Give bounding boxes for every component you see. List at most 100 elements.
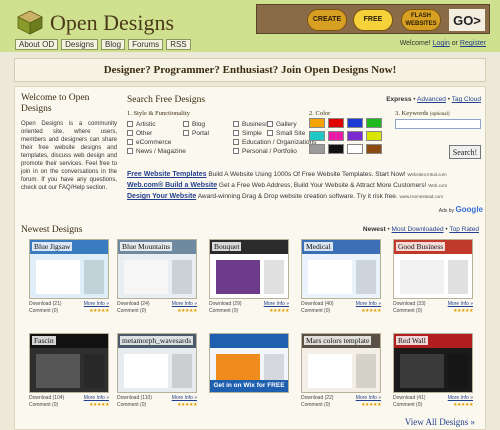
color-swatch[interactable]: [328, 144, 344, 154]
design-name[interactable]: Red Wall: [396, 336, 428, 345]
design-card[interactable]: metamorph_wavesards Download (110) Comment…: [117, 333, 197, 411]
style-checkbox-other[interactable]: Other: [127, 129, 183, 137]
design-name[interactable]: Blue Mountains: [120, 242, 173, 251]
design-card[interactable]: Blue Jigsaw Download (21) Comment (0) More …: [29, 239, 109, 317]
more-info-link[interactable]: More Info »: [448, 301, 473, 307]
ad-link[interactable]: Web.com® Build a Website: [127, 182, 217, 189]
design-name[interactable]: Medical: [304, 242, 333, 251]
color-swatch[interactable]: [347, 118, 363, 128]
design-thumbnail[interactable]: Red Wall: [393, 333, 473, 393]
more-info-link[interactable]: More Info »: [172, 395, 197, 401]
sort-tab-top-rated[interactable]: Top Rated: [449, 226, 479, 233]
ad-link[interactable]: Free Website Templates: [127, 171, 207, 178]
ad-link[interactable]: Design Your Website: [127, 193, 196, 200]
style-checkbox-personal[interactable]: Personal / Portfolio: [233, 147, 311, 155]
nav-rss[interactable]: RSS: [166, 39, 191, 50]
color-swatch[interactable]: [309, 131, 325, 141]
wix-ad-overlay[interactable]: Get in on Wix for FREE: [210, 380, 288, 392]
register-link[interactable]: Register: [460, 40, 486, 47]
design-thumbnail[interactable]: metamorph_wavesards: [117, 333, 197, 393]
more-info-link[interactable]: More Info »: [356, 301, 381, 307]
style-checkbox-small-site[interactable]: Small Site: [267, 129, 305, 137]
design-thumbnail[interactable]: Blue Mountains: [117, 239, 197, 299]
design-thumbnail[interactable]: Bouquet: [209, 239, 289, 299]
color-swatch[interactable]: [309, 144, 325, 154]
design-card[interactable]: Red Wall Download (41) Comment (0) More Inf…: [393, 333, 473, 411]
checkbox-box[interactable]: [233, 148, 239, 154]
checkbox-box[interactable]: [127, 148, 133, 154]
checkbox-box[interactable]: [267, 121, 273, 127]
style-checkbox-education[interactable]: Education / Organizations: [233, 138, 316, 146]
more-info-link[interactable]: More Info »: [448, 395, 473, 401]
checkbox-box[interactable]: [233, 139, 239, 145]
color-swatch[interactable]: [328, 118, 344, 128]
more-info-link[interactable]: More Info »: [84, 395, 109, 401]
checkbox-box[interactable]: [127, 130, 133, 136]
checkbox-box[interactable]: [183, 121, 189, 127]
site-logo-text[interactable]: Open Designs: [50, 10, 174, 36]
search-button[interactable]: Search!: [449, 145, 481, 159]
checkbox-box[interactable]: [233, 130, 239, 136]
design-card[interactable]: Good Business Download (33) Comment (0) Mor…: [393, 239, 473, 317]
join-banner[interactable]: Designer? Programmer? Enthusiast? Join O…: [14, 58, 486, 82]
design-name[interactable]: metamorph_wavesards: [120, 336, 194, 345]
design-thumbnail[interactable]: Medical: [301, 239, 381, 299]
design-card[interactable]: Bouquet Download (29) Comment (0) More Info…: [209, 239, 289, 317]
ad-source[interactable]: Websites.Intuit.com: [407, 172, 446, 177]
style-checkbox-artistic[interactable]: Artistic: [127, 120, 183, 128]
design-card[interactable]: Blue Mountains Download (24) Comment (0) Mo…: [117, 239, 197, 317]
banner-go-button[interactable]: GO>: [449, 9, 485, 31]
checkbox-box[interactable]: [267, 130, 273, 136]
ad-source[interactable]: Web.com: [428, 183, 447, 188]
checkbox-box[interactable]: [233, 121, 239, 127]
nav-forums[interactable]: Forums: [128, 39, 164, 50]
style-checkbox-blog[interactable]: Blog: [183, 120, 213, 128]
design-thumbnail[interactable]: Fascin: [29, 333, 109, 393]
more-info-link[interactable]: More Info »: [172, 301, 197, 307]
search-mode-advanced[interactable]: Advanced: [417, 96, 446, 103]
sort-tab-most-downloaded[interactable]: Most Downloaded: [392, 226, 444, 233]
more-info-link[interactable]: More Info »: [84, 301, 109, 307]
checkbox-box[interactable]: [127, 121, 133, 127]
ad-source[interactable]: www.Homestead.com: [400, 194, 444, 199]
design-thumbnail[interactable]: Blue Jigsaw: [29, 239, 109, 299]
style-checkbox-ecommerce[interactable]: eCommerce: [127, 138, 213, 146]
search-mode-tag-cloud[interactable]: Tag Cloud: [452, 96, 481, 103]
color-swatch[interactable]: [347, 144, 363, 154]
sort-tab-newest[interactable]: Newest: [363, 226, 386, 233]
design-card[interactable]: Fascin Download (104) Comment (0) More Info…: [29, 333, 109, 411]
color-swatch[interactable]: [366, 131, 382, 141]
style-checkbox-portal[interactable]: Portal: [183, 129, 213, 137]
banner-ad[interactable]: CREATE FREE FLASH WEBSITES GO>: [256, 4, 490, 34]
design-card[interactable]: Get in on Wix for FREE: [209, 333, 289, 411]
checkbox-box[interactable]: [183, 130, 189, 136]
view-all-designs-link[interactable]: View All Designs »: [405, 417, 475, 427]
checkbox-box[interactable]: [127, 139, 133, 145]
color-swatch[interactable]: [347, 131, 363, 141]
design-name[interactable]: Fascin: [32, 336, 56, 345]
nav-blog[interactable]: Blog: [101, 39, 126, 50]
design-thumbnail[interactable]: Mars colors template: [301, 333, 381, 393]
color-swatch[interactable]: [328, 131, 344, 141]
design-thumbnail[interactable]: Get in on Wix for FREE: [209, 333, 289, 393]
color-swatch[interactable]: [366, 144, 382, 154]
design-name[interactable]: Good Business: [396, 242, 446, 251]
color-swatch[interactable]: [366, 118, 382, 128]
design-card[interactable]: Mars colors template Download (22) Comment…: [301, 333, 381, 411]
nav-about[interactable]: About OD: [15, 39, 59, 50]
style-checkbox-gallery[interactable]: Gallery: [267, 120, 305, 128]
design-thumbnail[interactable]: Good Business: [393, 239, 473, 299]
color-swatch[interactable]: [309, 118, 325, 128]
search-mode-express[interactable]: Express: [386, 96, 411, 103]
design-name[interactable]: Mars colors template: [304, 336, 372, 345]
join-tagline[interactable]: Designer? Programmer? Enthusiast? Join O…: [104, 64, 397, 76]
design-card[interactable]: Medical Download (40) Comment (0) More Info…: [301, 239, 381, 317]
cube-logo-icon[interactable]: [16, 8, 44, 36]
design-name[interactable]: Blue Jigsaw: [32, 242, 73, 251]
more-info-link[interactable]: More Info »: [356, 395, 381, 401]
more-info-link[interactable]: More Info »: [264, 301, 289, 307]
keywords-input[interactable]: [395, 119, 481, 129]
style-checkbox-news[interactable]: News / Magazine: [127, 147, 213, 155]
ads-by-google[interactable]: Ads by Google: [439, 205, 483, 214]
design-name[interactable]: Bouquet: [212, 242, 242, 251]
